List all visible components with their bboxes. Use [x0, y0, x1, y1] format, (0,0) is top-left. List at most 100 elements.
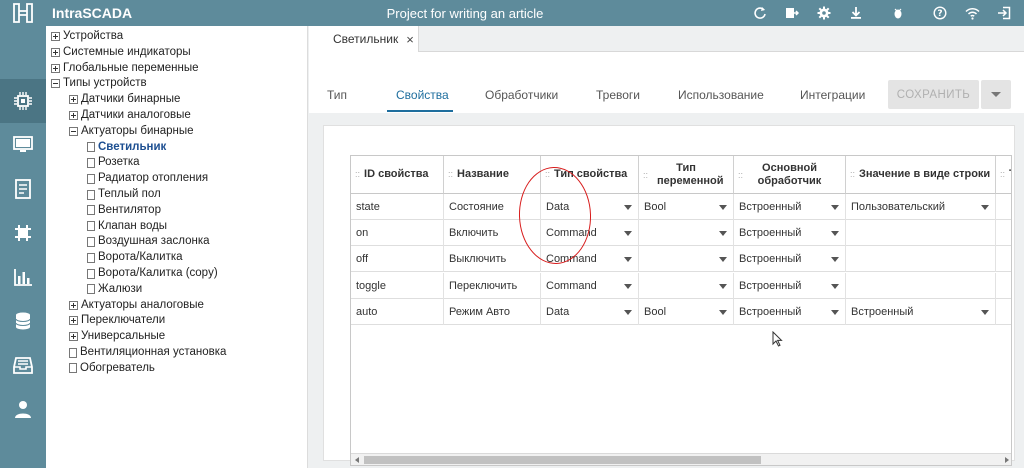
dropdown-caret-icon[interactable]: [719, 231, 727, 237]
tab-type[interactable]: Тип: [327, 88, 347, 102]
table-cell[interactable]: Встроенный: [734, 298, 846, 325]
drag-handle-icon[interactable]: ::: [448, 168, 453, 181]
tree-item[interactable]: Воздушная заслонка: [87, 234, 210, 249]
table-cell[interactable]: [846, 272, 996, 299]
table-row[interactable]: off Выключить Command Встроенный: [351, 246, 1011, 273]
tree-item[interactable]: Вентилятор: [87, 203, 161, 218]
dropdown-caret-icon[interactable]: [831, 309, 839, 315]
drag-handle-icon[interactable]: ::: [850, 168, 855, 181]
expand-icon[interactable]: [69, 111, 78, 120]
dropdown-caret-icon[interactable]: [624, 283, 632, 289]
drag-handle-icon[interactable]: ::: [545, 168, 550, 181]
tree-item[interactable]: Типы устройств: [51, 76, 147, 91]
expand-icon[interactable]: [69, 332, 78, 342]
tree-item[interactable]: Устройства: [51, 29, 123, 44]
table-cell[interactable]: [639, 272, 734, 299]
table-cell[interactable]: Command: [541, 246, 639, 273]
tree-item[interactable]: Датчики бинарные: [69, 92, 180, 107]
expand-icon[interactable]: [69, 300, 78, 310]
document-icon[interactable]: [0, 167, 46, 211]
table-cell[interactable]: Встроенный: [734, 194, 846, 220]
table-cell[interactable]: Встроенный: [734, 220, 846, 247]
tree-item[interactable]: Актуаторы бинарные: [69, 124, 194, 139]
table-cell[interactable]: Bool: [639, 194, 734, 220]
dropdown-caret-icon[interactable]: [624, 257, 632, 263]
dropdown-caret-icon[interactable]: [831, 257, 839, 263]
export-icon[interactable]: [776, 0, 808, 26]
archive-icon[interactable]: [0, 343, 46, 387]
table-cell[interactable]: [846, 246, 996, 273]
tree-item[interactable]: Глобальные переменные: [51, 61, 199, 76]
dropdown-caret-icon[interactable]: [719, 283, 727, 289]
tree-item[interactable]: Вентиляционная установка: [69, 345, 226, 360]
dropdown-caret-icon[interactable]: [831, 283, 839, 289]
table-cell[interactable]: Data: [541, 194, 639, 220]
table-cell[interactable]: Встроенный: [846, 298, 996, 325]
column-header[interactable]: :: Тип переменной: [639, 156, 734, 194]
tree-item[interactable]: Жалюзи: [87, 282, 142, 297]
dropdown-caret-icon[interactable]: [981, 205, 989, 210]
expand-icon[interactable]: [51, 32, 60, 41]
scroll-thumb[interactable]: [364, 456, 761, 464]
table-cell[interactable]: [639, 246, 734, 273]
scroll-right-icon[interactable]: [1005, 457, 1009, 463]
refresh-icon[interactable]: [744, 0, 776, 26]
table-cell[interactable]: [846, 220, 996, 247]
tab-usage[interactable]: Использование: [678, 88, 764, 102]
dropdown-caret-icon[interactable]: [981, 309, 989, 315]
chart-icon[interactable]: [0, 255, 46, 299]
column-header[interactable]: ::Т: [996, 156, 1011, 194]
tree-item[interactable]: Актуаторы аналоговые: [69, 298, 204, 313]
table-cell[interactable]: Data: [541, 298, 639, 325]
table-row[interactable]: auto Режим Авто Data Bool Встроенный Встроенн…: [351, 298, 1011, 325]
tree-item[interactable]: Системные индикаторы: [51, 45, 191, 60]
tree-item[interactable]: Обогреватель: [69, 361, 155, 376]
table-cell[interactable]: Встроенный: [734, 246, 846, 273]
horizontal-scrollbar[interactable]: [351, 453, 1011, 465]
dropdown-caret-icon[interactable]: [831, 205, 839, 210]
expand-icon[interactable]: [51, 47, 60, 57]
logout-icon[interactable]: [988, 0, 1020, 26]
tree-item[interactable]: Розетка: [87, 155, 140, 170]
table-row[interactable]: toggle Переключить Command Встроенный: [351, 272, 1011, 299]
drag-handle-icon[interactable]: ::: [738, 169, 743, 182]
tree-item[interactable]: Светильник: [87, 140, 166, 155]
tree-item[interactable]: Радиатор отопления: [87, 171, 208, 186]
expand-icon[interactable]: [51, 63, 60, 73]
tab-handlers[interactable]: Обработчики: [485, 88, 558, 102]
expand-icon[interactable]: [69, 95, 78, 105]
tree-item[interactable]: Клапан воды: [87, 219, 167, 234]
bug-icon[interactable]: [882, 0, 914, 26]
dropdown-caret-icon[interactable]: [624, 231, 632, 237]
help-icon[interactable]: ?: [924, 0, 956, 26]
monitor-icon[interactable]: [0, 123, 46, 167]
column-header[interactable]: :: Основной обработчик: [734, 156, 846, 194]
close-icon[interactable]: ×: [406, 32, 414, 47]
dropdown-caret-icon[interactable]: [719, 257, 727, 263]
table-cell[interactable]: Command: [541, 272, 639, 299]
column-header[interactable]: :: ID свойства: [351, 156, 444, 194]
dropdown-caret-icon[interactable]: [719, 309, 727, 315]
tree-item[interactable]: Переключатели: [69, 313, 165, 328]
scroll-left-icon[interactable]: [355, 457, 359, 463]
download-icon[interactable]: [840, 0, 872, 26]
table-cell[interactable]: [639, 220, 734, 247]
dropdown-caret-icon[interactable]: [624, 205, 632, 210]
table-cell[interactable]: Встроенный: [734, 272, 846, 299]
table-row[interactable]: on Включить Command Встроенный: [351, 220, 1011, 247]
column-header[interactable]: :: Значение в виде строки: [846, 156, 996, 194]
collapse-icon[interactable]: [69, 126, 78, 136]
table-row[interactable]: state Состояние Data Bool Встроенный Пользова…: [351, 194, 1011, 220]
dropdown-caret-icon[interactable]: [831, 231, 839, 237]
collapse-icon[interactable]: [51, 79, 60, 89]
drag-handle-icon[interactable]: ::: [1000, 168, 1005, 181]
tree-item[interactable]: Теплый пол: [87, 187, 161, 202]
save-options-dropdown[interactable]: [981, 80, 1011, 109]
dropdown-caret-icon[interactable]: [719, 205, 727, 210]
table-cell[interactable]: Command: [541, 220, 639, 247]
database-icon[interactable]: [0, 299, 46, 343]
save-button[interactable]: СОХРАНИТЬ: [888, 80, 979, 109]
column-header[interactable]: :: Тип свойства: [541, 156, 639, 194]
dropdown-caret-icon[interactable]: [624, 309, 632, 315]
devices-chip-icon[interactable]: [0, 79, 46, 123]
